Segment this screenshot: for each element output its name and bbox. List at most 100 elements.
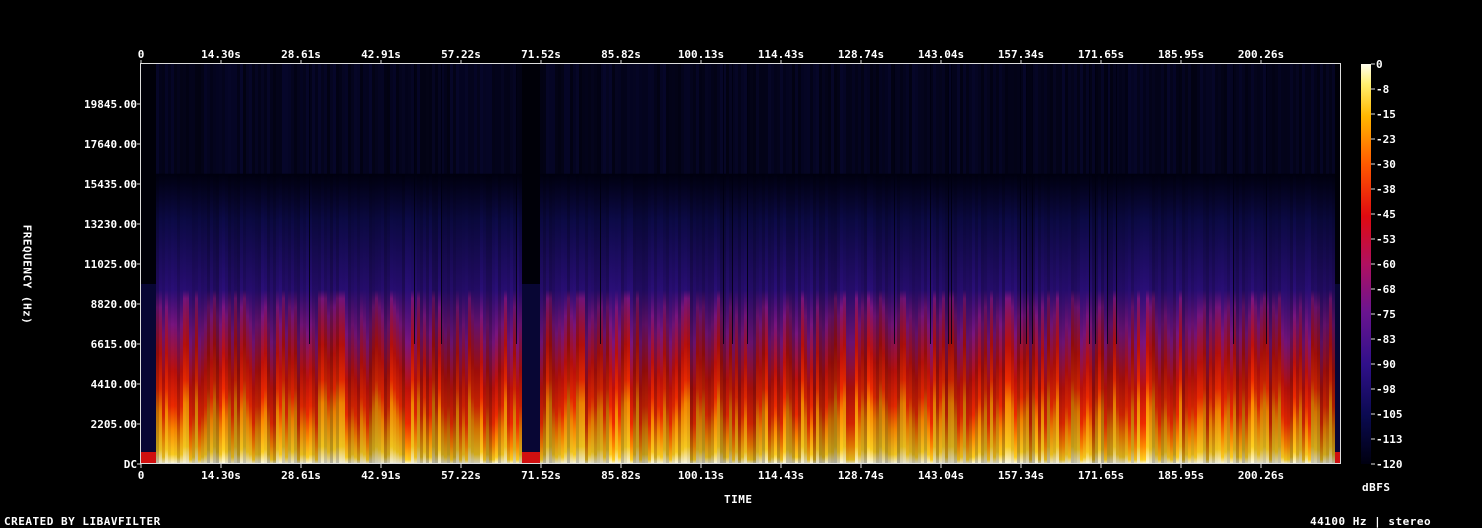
spectrogram-column: [1083, 64, 1086, 174]
spectrogram-column: [303, 173, 306, 465]
spectrogram-column: [1263, 64, 1266, 174]
spectrogram-column: [870, 173, 873, 465]
spectrogram-column: [900, 173, 903, 465]
spectrogram-column: [204, 173, 207, 465]
spectrogram-column: [1110, 64, 1113, 174]
spectrogram-column: [879, 64, 882, 174]
spectrogram-column: [933, 64, 936, 174]
spectrogram-column: [393, 64, 396, 174]
spectrogram-column: [1221, 64, 1224, 174]
spectrogram-column: [1029, 64, 1032, 174]
x-tick-label: 200.26s: [1238, 469, 1284, 482]
spectrogram-column: [597, 173, 600, 465]
spectrogram-column: [462, 173, 465, 465]
spectrogram-column: [321, 173, 324, 465]
spectrogram-column: [282, 64, 285, 174]
spectrogram-column: [756, 64, 759, 174]
spectrogram-column: [147, 452, 150, 464]
spectrogram-column: [618, 64, 621, 174]
spectrogram-column: [141, 452, 144, 464]
spectrogram-column: [567, 64, 570, 174]
spectrogram-column: [243, 173, 246, 465]
x-tick-label: 185.95s: [1158, 469, 1204, 482]
spectrogram-column: [588, 173, 591, 465]
spectrogram-column: [1221, 173, 1224, 465]
spectrogram-column: [615, 173, 618, 465]
spectrogram-column: [258, 173, 261, 465]
spectrogram-column: [1218, 173, 1221, 465]
spectrogram-column: [870, 64, 873, 174]
spectrogram-column: [456, 64, 459, 174]
x-tick-label: 28.61s: [281, 469, 321, 482]
spectrogram-column: [573, 64, 576, 174]
spectrogram-column: [540, 173, 543, 465]
spectrogram-column: [456, 173, 459, 465]
spectrogram-gap: [1026, 64, 1027, 344]
spectrogram-column: [177, 173, 180, 465]
spectrogram-column: [405, 64, 408, 174]
spectrogram-column: [357, 173, 360, 465]
spectrogram-column: [729, 64, 732, 174]
spectrogram-column: [873, 64, 876, 174]
spectrogram-column: [1254, 173, 1257, 465]
spectrogram-column: [1101, 64, 1104, 174]
spectrogram-column: [765, 173, 768, 465]
colorbar-tick-label: -98: [1376, 383, 1396, 396]
spectrogram-column: [1086, 173, 1089, 465]
spectrogram-column: [705, 173, 708, 465]
spectrogram-column: [255, 64, 258, 174]
spectrogram-column: [1305, 173, 1308, 465]
spectrogram-column: [942, 64, 945, 174]
y-tick-label: 6615.00: [91, 338, 137, 351]
spectrogram-column: [612, 64, 615, 174]
spectrogram-column: [282, 173, 285, 465]
spectrogram-column: [1056, 173, 1059, 465]
spectrogram-column: [609, 64, 612, 174]
spectrogram-column: [954, 173, 957, 465]
spectrogram-column: [1239, 64, 1242, 174]
spectrogram-column: [432, 173, 435, 465]
spectrogram-column: [1272, 173, 1275, 465]
colorbar-tick-label: -68: [1376, 283, 1396, 296]
x-tick-label: 114.43s: [758, 469, 804, 482]
spectrogram-column: [669, 173, 672, 465]
spectrogram-column: [1332, 64, 1335, 174]
spectrogram-column: [1092, 173, 1095, 465]
x-tick-label: 85.82s: [601, 48, 641, 61]
spectrogram-column: [291, 173, 294, 465]
spectrogram-column: [327, 64, 330, 174]
spectrogram-column: [777, 173, 780, 465]
spectrogram-column: [876, 173, 879, 465]
y-axis-ticks: DC 2205.00 4410.00 6615.00 8820.00 11025.00 13…: [84, 98, 141, 471]
spectrogram-column: [171, 64, 174, 174]
spectrogram-column: [1290, 64, 1293, 174]
spectrogram-column: [522, 452, 525, 464]
spectrogram-column: [717, 64, 720, 174]
spectrogram-column: [1314, 64, 1317, 174]
x-axis-label: TIME: [724, 493, 753, 506]
x-tick-label: 114.43s: [758, 48, 804, 61]
spectrogram-column: [249, 173, 252, 465]
spectrogram-column: [180, 173, 183, 465]
spectrogram-column: [552, 173, 555, 465]
spectrogram-column: [453, 64, 456, 174]
spectrogram-column: [1170, 64, 1173, 174]
spectrogram-gap: [516, 64, 517, 344]
spectrogram-column: [234, 64, 237, 174]
spectrogram-column: [861, 173, 864, 465]
spectrogram-column: [1212, 173, 1215, 465]
spectrogram-column: [543, 64, 546, 174]
spectrogram-column: [612, 173, 615, 465]
spectrogram-column: [1227, 173, 1230, 465]
spectrogram-column: [669, 64, 672, 174]
spectrogram-column: [1068, 64, 1071, 174]
spectrogram-column: [738, 64, 741, 174]
spectrogram-column: [966, 173, 969, 465]
spectrogram-column: [822, 64, 825, 174]
spectrogram-column: [975, 64, 978, 174]
spectrogram-column: [1179, 173, 1182, 465]
spectrogram-column: [906, 173, 909, 465]
spectrogram-column: [735, 64, 738, 174]
spectrogram-column: [549, 173, 552, 465]
spectrogram-column: [159, 64, 162, 174]
